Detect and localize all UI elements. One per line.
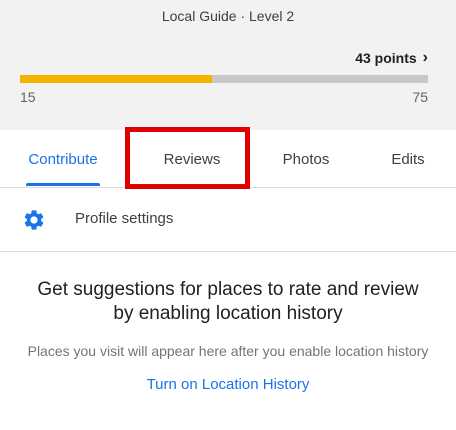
suggestion-subtitle: Places you visit will appear here after …: [27, 343, 429, 359]
profile-settings-label: Profile settings: [75, 210, 174, 227]
gear-icon: [24, 210, 44, 230]
suggestion-title-line2: by enabling location history: [113, 303, 343, 324]
progress-max-label: 75: [412, 89, 428, 105]
suggestion-title-line1: Get suggestions for places to rate and r…: [37, 279, 419, 300]
level-progress-bar: [20, 75, 428, 83]
points-link[interactable]: 43 points ›: [355, 49, 428, 67]
tab-photos-label: Photos: [282, 150, 330, 168]
reviews-tab-highlight: [125, 127, 250, 189]
level-progress-fill: [20, 75, 212, 83]
turn-on-location-history-link[interactable]: Turn on Location History: [0, 376, 456, 393]
section-divider: [0, 251, 456, 252]
tab-contribute-label: Contribute: [28, 150, 98, 168]
chevron-right-icon: ›: [422, 49, 428, 66]
points-label: 43 points: [355, 50, 417, 66]
profile-settings-row[interactable]: Profile settings: [0, 196, 456, 244]
local-guide-header: Local Guide · Level 2 43 points › 15 75: [0, 0, 456, 130]
suggestion-title: Get suggestions for places to rate and r…: [0, 278, 456, 326]
local-guide-level: Local Guide · Level 2: [161, 8, 295, 24]
progress-min-label: 15: [20, 89, 36, 105]
tab-photos[interactable]: Photos: [262, 130, 350, 188]
tab-edits[interactable]: Edits: [372, 130, 444, 188]
tab-edits-label: Edits: [391, 150, 425, 168]
tab-contribute[interactable]: Contribute: [12, 130, 114, 188]
active-tab-indicator: [26, 183, 100, 186]
